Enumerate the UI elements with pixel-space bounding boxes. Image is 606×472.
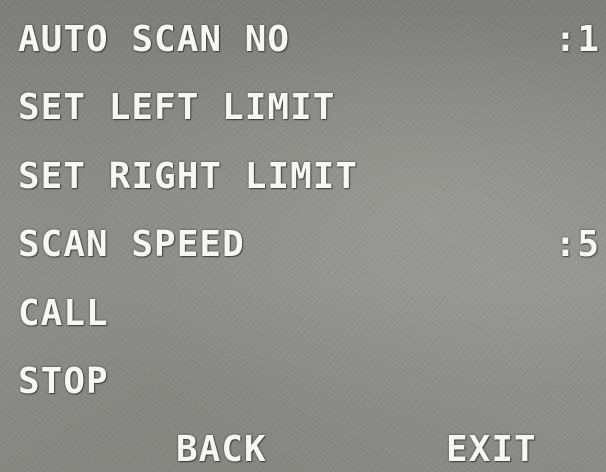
menu-item-set-right-limit[interactable]: SET RIGHT LIMIT (18, 149, 358, 205)
osd-menu-screen: AUTO SCAN NO :1 SET LEFT LIMIT SET RIGHT… (0, 0, 606, 472)
menu-item-auto-scan-no[interactable]: AUTO SCAN NO (18, 12, 290, 68)
menu-item-label: SET LEFT LIMIT (18, 87, 336, 128)
menu-item-label: AUTO SCAN NO (18, 19, 291, 60)
back-button[interactable]: BACK (176, 422, 267, 472)
menu-item-label: SET RIGHT LIMIT (18, 156, 359, 197)
menu-item-label: CALL (18, 293, 109, 334)
scan-speed-value: :5 (554, 224, 600, 265)
menu-item-set-left-limit[interactable]: SET LEFT LIMIT (18, 80, 335, 136)
menu-item-stop[interactable]: STOP (18, 354, 109, 410)
menu-item-scan-speed[interactable]: SCAN SPEED (18, 217, 245, 273)
menu-item-label: SCAN SPEED (18, 224, 245, 265)
menu-item-call[interactable]: CALL (18, 286, 109, 342)
exit-button[interactable]: EXIT (446, 422, 537, 472)
auto-scan-no-value: :1 (554, 19, 600, 60)
menu-item-label: STOP (18, 361, 109, 402)
